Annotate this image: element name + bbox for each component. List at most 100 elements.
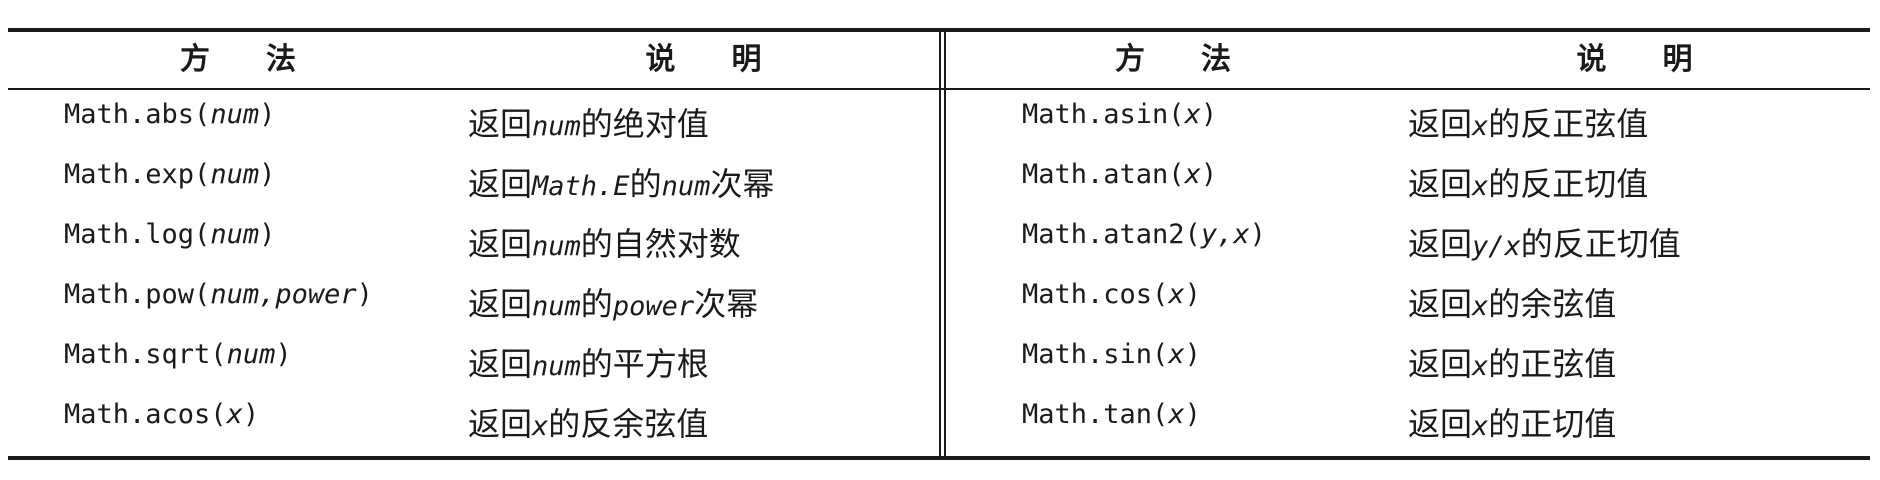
method-arg: x	[1168, 399, 1185, 430]
method-name: Math.atan(	[1022, 159, 1185, 190]
method-name: Math.exp(	[64, 159, 211, 190]
method-name: Math.asin(	[1022, 99, 1185, 130]
method-name: Math.log(	[64, 219, 211, 250]
method-cell: Math.cos(x)	[939, 279, 1408, 325]
method-close: )	[1184, 339, 1201, 370]
method-cell: Math.sin(x)	[939, 339, 1408, 385]
table-row: Math.abs(num) 返回num的绝对值 Math.asin(x) 返回x…	[8, 92, 1870, 152]
method-close: )	[259, 159, 276, 190]
method-cell: Math.asin(x)	[939, 99, 1408, 145]
desc-pre: 返回	[468, 225, 533, 263]
method-arg: num	[210, 99, 260, 130]
method-close: )	[1200, 159, 1218, 190]
desc-code: num	[532, 111, 581, 142]
header-left-half: 方法 说明	[8, 32, 939, 88]
method-close: )	[1200, 99, 1218, 130]
method-name: Math.abs(	[64, 99, 211, 130]
method-name: Math.atan2(	[1022, 219, 1201, 250]
desc-pre: 返回	[1408, 345, 1473, 383]
method-close: )	[259, 99, 276, 130]
method-arg: x	[1184, 99, 1201, 130]
description-cell: 返回x的反余弦值	[468, 399, 939, 445]
description-cell: 返回x的余弦值	[1408, 279, 1870, 325]
method-arg: num,power	[210, 279, 357, 310]
row-right-half: Math.atan(x) 返回x的反正切值	[939, 159, 1870, 205]
row-right-half: Math.asin(x) 返回x的反正弦值	[939, 99, 1870, 145]
desc-code: Math.E	[532, 171, 630, 202]
desc-code: num	[532, 291, 581, 322]
method-arg: x	[226, 399, 243, 430]
desc-pre: 返回	[1408, 285, 1473, 323]
method-cell: Math.log(num)	[8, 219, 468, 265]
desc-post: 的	[629, 165, 662, 203]
method-cell: Math.atan2(y,x)	[939, 219, 1408, 265]
method-arg: x	[1168, 339, 1185, 370]
desc-post: 的平方根	[580, 345, 709, 383]
desc-pre: 返回	[468, 285, 533, 323]
header-description-right: 说明	[1576, 42, 1749, 77]
desc-post: 的反正切值	[1488, 165, 1649, 203]
desc-code: y/x	[1472, 231, 1521, 262]
desc-post: 的反余弦值	[548, 405, 709, 443]
row-right-half: Math.tan(x) 返回x的正切值	[939, 399, 1870, 445]
method-close: )	[1184, 279, 1201, 310]
desc-code2: power	[612, 291, 695, 322]
table-row: Math.exp(num) 返回Math.E的num次幂 Math.atan(x…	[8, 152, 1870, 212]
method-cell: Math.exp(num)	[8, 159, 468, 205]
method-close: )	[356, 279, 373, 310]
row-right-half: Math.cos(x) 返回x的余弦值	[939, 279, 1870, 325]
method-cell: Math.tan(x)	[939, 399, 1408, 445]
desc-post: 的余弦值	[1488, 285, 1617, 323]
description-cell: 返回num的自然对数	[468, 219, 939, 265]
desc-pre: 返回	[468, 405, 533, 443]
table-body: Math.abs(num) 返回num的绝对值 Math.asin(x) 返回x…	[8, 90, 1870, 456]
desc-post: 的	[580, 285, 613, 323]
method-arg: x	[1184, 159, 1201, 190]
method-arg: x	[1168, 279, 1185, 310]
description-cell: 返回x的反正弦值	[1408, 99, 1870, 145]
header-method-right: 方法	[1115, 42, 1287, 77]
row-left-half: Math.log(num) 返回num的自然对数	[8, 219, 939, 265]
table-header-row: 方法 说明 方法 说明	[8, 32, 1870, 90]
method-name: Math.sqrt(	[64, 339, 227, 370]
row-left-half: Math.sqrt(num) 返回num的平方根	[8, 339, 939, 385]
row-right-half: Math.sin(x) 返回x的正弦值	[939, 339, 1870, 385]
desc-post: 的反正弦值	[1488, 105, 1649, 143]
description-cell: 返回Math.E的num次幂	[468, 159, 939, 205]
method-close: )	[275, 339, 292, 370]
description-cell: 返回x的正弦值	[1408, 339, 1870, 385]
desc-pre: 返回	[1408, 405, 1473, 443]
row-right-half: Math.atan2(y,x) 返回y/x的反正切值	[939, 219, 1870, 265]
desc-code: x	[1472, 411, 1489, 442]
method-cell: Math.abs(num)	[8, 99, 468, 145]
row-left-half: Math.abs(num) 返回num的绝对值	[8, 99, 939, 145]
desc-code: x	[532, 411, 549, 442]
desc-post: 的自然对数	[580, 225, 741, 263]
desc-code: x	[1472, 111, 1489, 142]
method-name: Math.pow(	[64, 279, 211, 310]
table-row: Math.acos(x) 返回x的反余弦值 Math.tan(x) 返回x的正切…	[8, 392, 1870, 452]
desc-code: x	[1472, 291, 1489, 322]
desc-post: 的反正切值	[1520, 225, 1681, 263]
desc-code: x	[1472, 171, 1489, 202]
desc-pre: 返回	[1408, 165, 1473, 203]
table-bottom-rule	[8, 456, 1870, 460]
desc-post2: 次幂	[710, 165, 775, 203]
table-row: Math.log(num) 返回num的自然对数 Math.atan2(y,x)…	[8, 212, 1870, 272]
math-methods-table: 方法 说明 方法 说明 Math.abs(num) 返回num的绝对值 Math…	[8, 28, 1870, 460]
row-left-half: Math.acos(x) 返回x的反余弦值	[8, 399, 939, 445]
desc-pre: 返回	[1408, 225, 1473, 263]
header-method-left: 方法	[180, 42, 352, 77]
method-cell: Math.pow(num,power)	[8, 279, 468, 325]
desc-code: x	[1472, 351, 1489, 382]
description-cell: 返回x的正切值	[1408, 399, 1870, 445]
description-cell: 返回num的绝对值	[468, 99, 939, 145]
description-cell: 返回y/x的反正切值	[1408, 219, 1870, 265]
desc-post: 的绝对值	[580, 105, 709, 143]
method-arg: num	[210, 159, 260, 190]
method-close: )	[242, 399, 260, 430]
desc-post: 的正切值	[1488, 405, 1617, 443]
method-name: Math.sin(	[1022, 339, 1169, 370]
header-description-left: 说明	[645, 42, 818, 77]
method-cell: Math.acos(x)	[8, 399, 468, 445]
